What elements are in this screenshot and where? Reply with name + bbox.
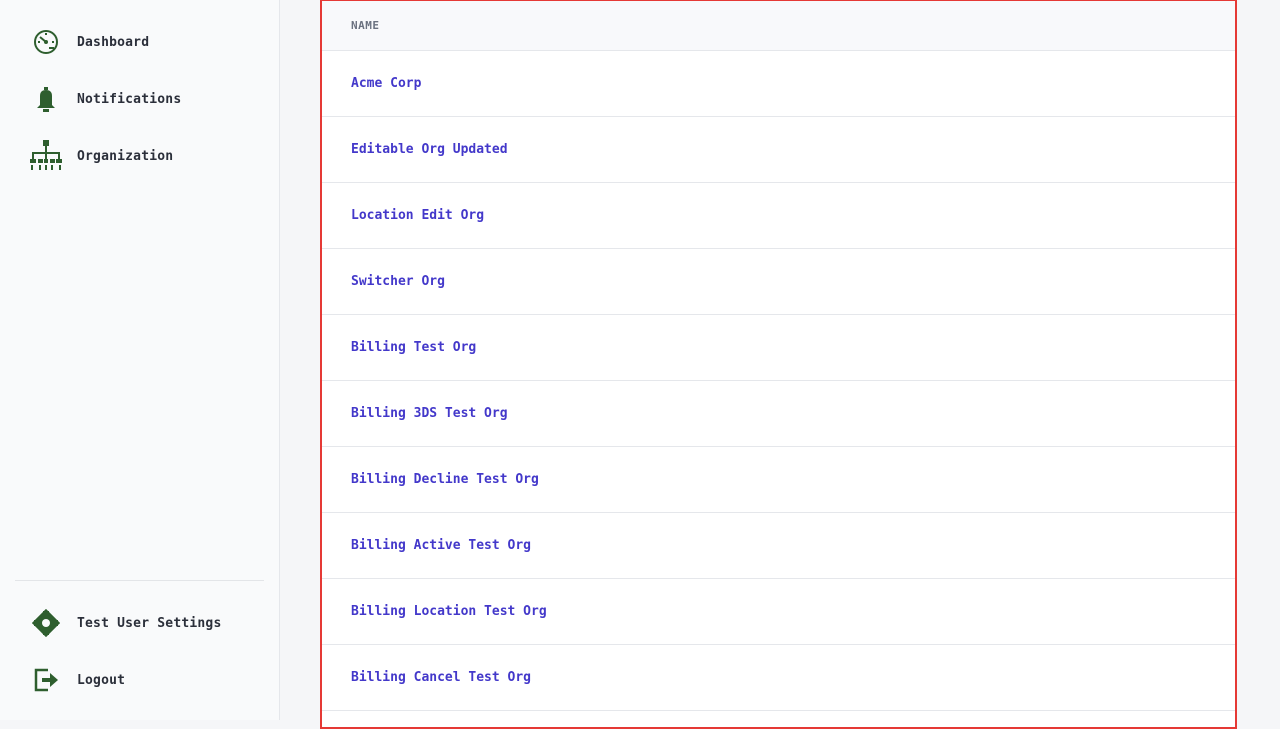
org-chart-icon — [28, 138, 64, 174]
sidebar-divider — [15, 580, 264, 581]
main-content: NAME Acme Corp Editable Org Updated Loca… — [280, 0, 1280, 729]
table-row: Billing Test Org — [322, 315, 1235, 381]
table-header: NAME — [322, 1, 1235, 51]
org-link[interactable]: Switcher Org — [351, 274, 445, 289]
sidebar: Dashboard Notifications Organization Tes… — [0, 0, 280, 720]
org-link[interactable]: Billing Location Test Org — [351, 604, 547, 619]
column-header-name: NAME — [351, 19, 380, 32]
table-row: Switcher Org — [322, 249, 1235, 315]
nav-label-notifications: Notifications — [77, 91, 182, 107]
nav-label-organization: Organization — [77, 148, 174, 164]
nav-logout[interactable]: Logout — [28, 662, 125, 698]
table-row: Billing Decline Test Org — [322, 447, 1235, 513]
dashboard-gauge-icon — [28, 24, 64, 60]
nav-label-dashboard: Dashboard — [77, 34, 150, 50]
table-row: Acme Corp — [322, 51, 1235, 117]
table-row: Location Edit Org — [322, 183, 1235, 249]
table-row: Billing Cancel Test Org — [322, 645, 1235, 711]
organizations-table: NAME Acme Corp Editable Org Updated Loca… — [320, 0, 1237, 729]
org-link[interactable]: Billing Active Test Org — [351, 538, 531, 553]
nav-dashboard[interactable]: Dashboard — [28, 24, 149, 60]
nav-label-user-settings: Test User Settings — [77, 615, 222, 631]
nav-label-logout: Logout — [77, 672, 126, 688]
nav-organization[interactable]: Organization — [28, 138, 173, 174]
org-link[interactable]: Billing 3DS Test Org — [351, 406, 508, 421]
table-row: Billing Location Test Org — [322, 579, 1235, 645]
org-link[interactable]: Editable Org Updated — [351, 142, 508, 157]
org-link[interactable]: Billing Test Org — [351, 340, 476, 355]
table-row: Editable Org Updated — [322, 117, 1235, 183]
bell-icon — [28, 81, 64, 117]
org-link[interactable]: Acme Corp — [351, 76, 421, 91]
gear-icon — [28, 605, 64, 641]
table-row: Billing Active Test Org — [322, 513, 1235, 579]
nav-notifications[interactable]: Notifications — [28, 81, 181, 117]
org-link[interactable]: Billing Decline Test Org — [351, 472, 539, 487]
logout-icon — [28, 662, 64, 698]
nav-user-settings[interactable]: Test User Settings — [28, 605, 221, 641]
table-row: Billing 3DS Test Org — [322, 381, 1235, 447]
org-link[interactable]: Billing Cancel Test Org — [351, 670, 531, 685]
org-link[interactable]: Location Edit Org — [351, 208, 484, 223]
